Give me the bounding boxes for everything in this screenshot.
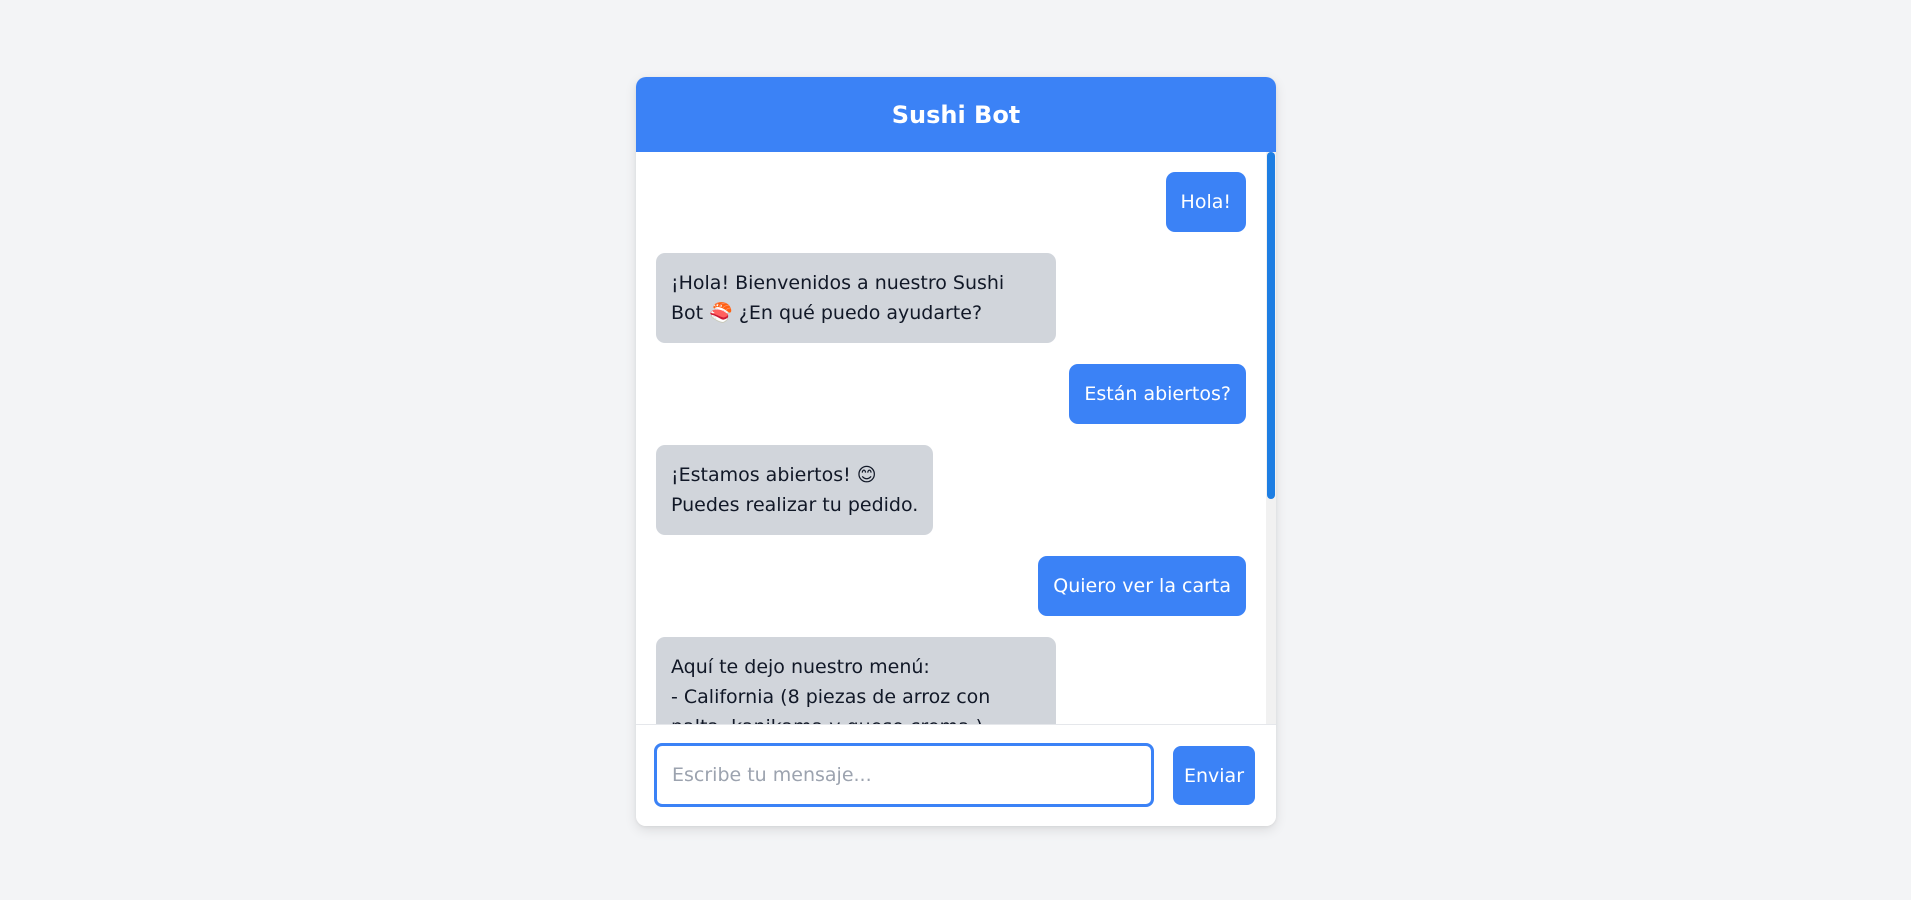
scrollbar-thumb[interactable] (1267, 152, 1275, 499)
chat-header: Sushi Bot (636, 77, 1276, 152)
message-row-user: Quiero ver la carta (656, 556, 1246, 616)
input-bar: Enviar (636, 724, 1276, 826)
message-row-user: Hola! (656, 172, 1246, 232)
user-message-bubble: Quiero ver la carta (1038, 556, 1246, 616)
messages-scrollbar[interactable] (1266, 152, 1276, 725)
bot-message-bubble: ¡Hola! Bienvenidos a nuestro Sushi Bot 🍣… (656, 253, 1056, 343)
message-row-bot: Aquí te dejo nuestro menú: - California … (656, 637, 1246, 725)
chat-title: Sushi Bot (891, 100, 1021, 129)
message-list[interactable]: Hola! ¡Hola! Bienvenidos a nuestro Sushi… (636, 152, 1276, 725)
message-row-user: Están abiertos? (656, 364, 1246, 424)
bot-message-bubble: ¡Estamos abiertos! 😊 Puedes realizar tu … (656, 445, 934, 535)
message-row-bot: ¡Estamos abiertos! 😊 Puedes realizar tu … (656, 445, 1246, 535)
user-message-bubble: Están abiertos? (1069, 364, 1246, 424)
chat-window: Sushi Bot Hola! ¡Hola! Bienvenidos a nue… (636, 77, 1276, 826)
bot-message-bubble: Aquí te dejo nuestro menú: - California … (656, 637, 1056, 725)
message-row-bot: ¡Hola! Bienvenidos a nuestro Sushi Bot 🍣… (656, 253, 1246, 343)
user-message-bubble: Hola! (1165, 172, 1246, 232)
message-input[interactable] (654, 743, 1154, 807)
send-button[interactable]: Enviar (1173, 746, 1255, 805)
